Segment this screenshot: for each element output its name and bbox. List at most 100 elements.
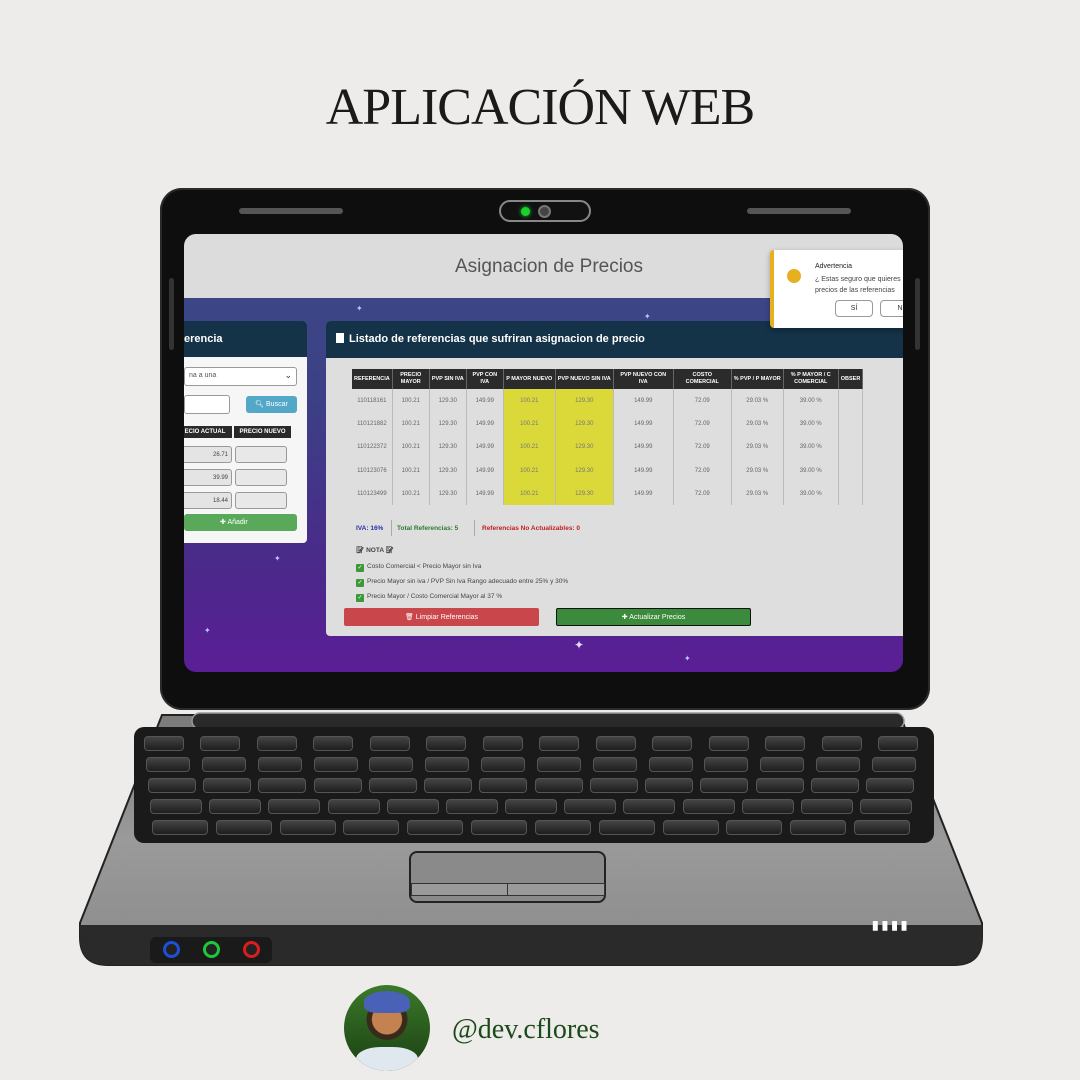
keyboard-key[interactable] <box>816 757 861 772</box>
keyboard-key[interactable] <box>481 757 526 772</box>
keyboard-key[interactable] <box>505 799 557 814</box>
port-red <box>243 941 260 958</box>
column-header: PRECIO MAYOR <box>392 369 430 389</box>
keyboard-key[interactable] <box>810 778 859 793</box>
plus-icon: ✚ <box>220 519 226 526</box>
keyboard-key[interactable] <box>539 736 580 751</box>
keyboard-key[interactable] <box>279 820 336 835</box>
table-cell: 29.03 % <box>731 389 784 413</box>
keyboard-key[interactable] <box>209 799 262 814</box>
keyboard-key[interactable] <box>369 736 410 751</box>
keyboard-key[interactable] <box>386 799 439 814</box>
table-cell: 72.09 <box>673 435 732 459</box>
keyboard-key[interactable] <box>595 736 636 751</box>
new-price-input[interactable] <box>235 492 287 509</box>
search-mode-select[interactable]: na a una ⌄ <box>184 367 297 386</box>
keyboard-key[interactable] <box>662 820 719 835</box>
note-label: NOTA <box>366 547 384 554</box>
new-price-input[interactable] <box>235 446 287 463</box>
keyboard-key[interactable] <box>592 757 637 772</box>
keyboard-key[interactable] <box>146 757 190 772</box>
keyboard-key[interactable] <box>148 778 196 793</box>
keyboard-key[interactable] <box>866 778 914 793</box>
keyboard-key[interactable] <box>425 757 470 772</box>
keyboard-key[interactable] <box>623 799 676 814</box>
new-price-input[interactable] <box>235 469 287 486</box>
status-leds: ▮▮▮▮ <box>872 918 911 932</box>
keyboard-key[interactable] <box>150 799 202 814</box>
keyboard-key[interactable] <box>200 736 241 751</box>
keyboard-key[interactable] <box>445 799 498 814</box>
add-button[interactable]: ✚ Añadir <box>184 514 297 531</box>
column-header: P MAYOR NUEVO <box>503 369 556 389</box>
update-prices-button[interactable]: ✚ Actualizar Precios <box>556 608 751 626</box>
confirm-no-button[interactable]: N <box>880 300 903 317</box>
keyboard-key[interactable] <box>648 757 693 772</box>
keyboard-key[interactable] <box>313 778 362 793</box>
keyboard-key[interactable] <box>765 736 806 751</box>
keyboard-key[interactable] <box>598 820 655 835</box>
keyboard-key[interactable] <box>645 778 694 793</box>
keyboard-key[interactable] <box>257 757 302 772</box>
table-cell: 129.30 <box>555 482 614 506</box>
keyboard-key[interactable] <box>313 757 358 772</box>
warning-title: Advertencia <box>815 263 852 270</box>
keyboard-key[interactable] <box>872 757 916 772</box>
keyboard-key[interactable] <box>878 736 918 751</box>
table-cell: 110123499 <box>352 482 393 506</box>
keyboard-key[interactable] <box>652 736 693 751</box>
keyboard-key[interactable] <box>564 799 617 814</box>
keyboard-key[interactable] <box>790 820 847 835</box>
keyboard-key[interactable] <box>700 778 749 793</box>
confirm-yes-button[interactable]: SÍ <box>835 300 873 317</box>
keyboard-key[interactable] <box>256 736 297 751</box>
touchpad-left-button[interactable] <box>411 883 509 896</box>
keyboard-key[interactable] <box>258 778 307 793</box>
table-row: 110118161 100.21 129.30 149.99 100.21 129.30 1… <box>352 389 864 413</box>
keyboard-key[interactable] <box>821 736 862 751</box>
column-header: PVP CON IVA <box>466 369 504 389</box>
keyboard-key[interactable] <box>708 736 749 751</box>
keyboard-key[interactable] <box>479 778 528 793</box>
clear-references-button[interactable]: 🗑︎ Limpiar Referencias <box>344 608 539 626</box>
keyboard-key[interactable] <box>854 820 910 835</box>
keyboard-key[interactable] <box>589 778 638 793</box>
table-cell: 100.21 <box>392 482 430 506</box>
keyboard-key[interactable] <box>860 799 912 814</box>
checkbox[interactable]: ✓ <box>356 594 364 602</box>
author-handle: @dev.cflores <box>452 1014 600 1045</box>
keyboard-key[interactable] <box>741 799 794 814</box>
keyboard-key[interactable] <box>368 778 417 793</box>
keyboard-key[interactable] <box>369 757 414 772</box>
keyboard-key[interactable] <box>482 736 523 751</box>
search-button[interactable]: 🔍︎ Buscar <box>246 396 297 413</box>
keyboard-key[interactable] <box>424 778 473 793</box>
keyboard-key[interactable] <box>534 778 583 793</box>
keyboard-key[interactable] <box>536 757 581 772</box>
port-blue <box>163 941 180 958</box>
keyboard-key[interactable] <box>203 778 252 793</box>
touchpad-right-button[interactable] <box>507 883 605 896</box>
keyboard-key[interactable] <box>755 778 804 793</box>
keyboard-key[interactable] <box>760 757 805 772</box>
keyboard-key[interactable] <box>144 736 184 751</box>
keyboard-key[interactable] <box>201 757 246 772</box>
keyboard-key[interactable] <box>343 820 400 835</box>
keyboard-key[interactable] <box>407 820 464 835</box>
keyboard-key[interactable] <box>327 799 380 814</box>
keyboard-key[interactable] <box>268 799 321 814</box>
checkbox[interactable]: ✓ <box>356 564 364 572</box>
keyboard-key[interactable] <box>426 736 467 751</box>
keyboard-key[interactable] <box>215 820 272 835</box>
keyboard-key[interactable] <box>682 799 735 814</box>
reference-input[interactable] <box>184 395 230 414</box>
keyboard-key[interactable] <box>800 799 853 814</box>
keyboard-key[interactable] <box>534 820 591 835</box>
keyboard-key[interactable] <box>152 820 208 835</box>
keyboard-key[interactable] <box>726 820 783 835</box>
warning-dialog: Advertencia ¿ Estas seguro que quieres p… <box>770 250 903 328</box>
keyboard-key[interactable] <box>471 820 528 835</box>
keyboard-key[interactable] <box>313 736 354 751</box>
keyboard-key[interactable] <box>704 757 749 772</box>
checkbox[interactable]: ✓ <box>356 579 364 587</box>
